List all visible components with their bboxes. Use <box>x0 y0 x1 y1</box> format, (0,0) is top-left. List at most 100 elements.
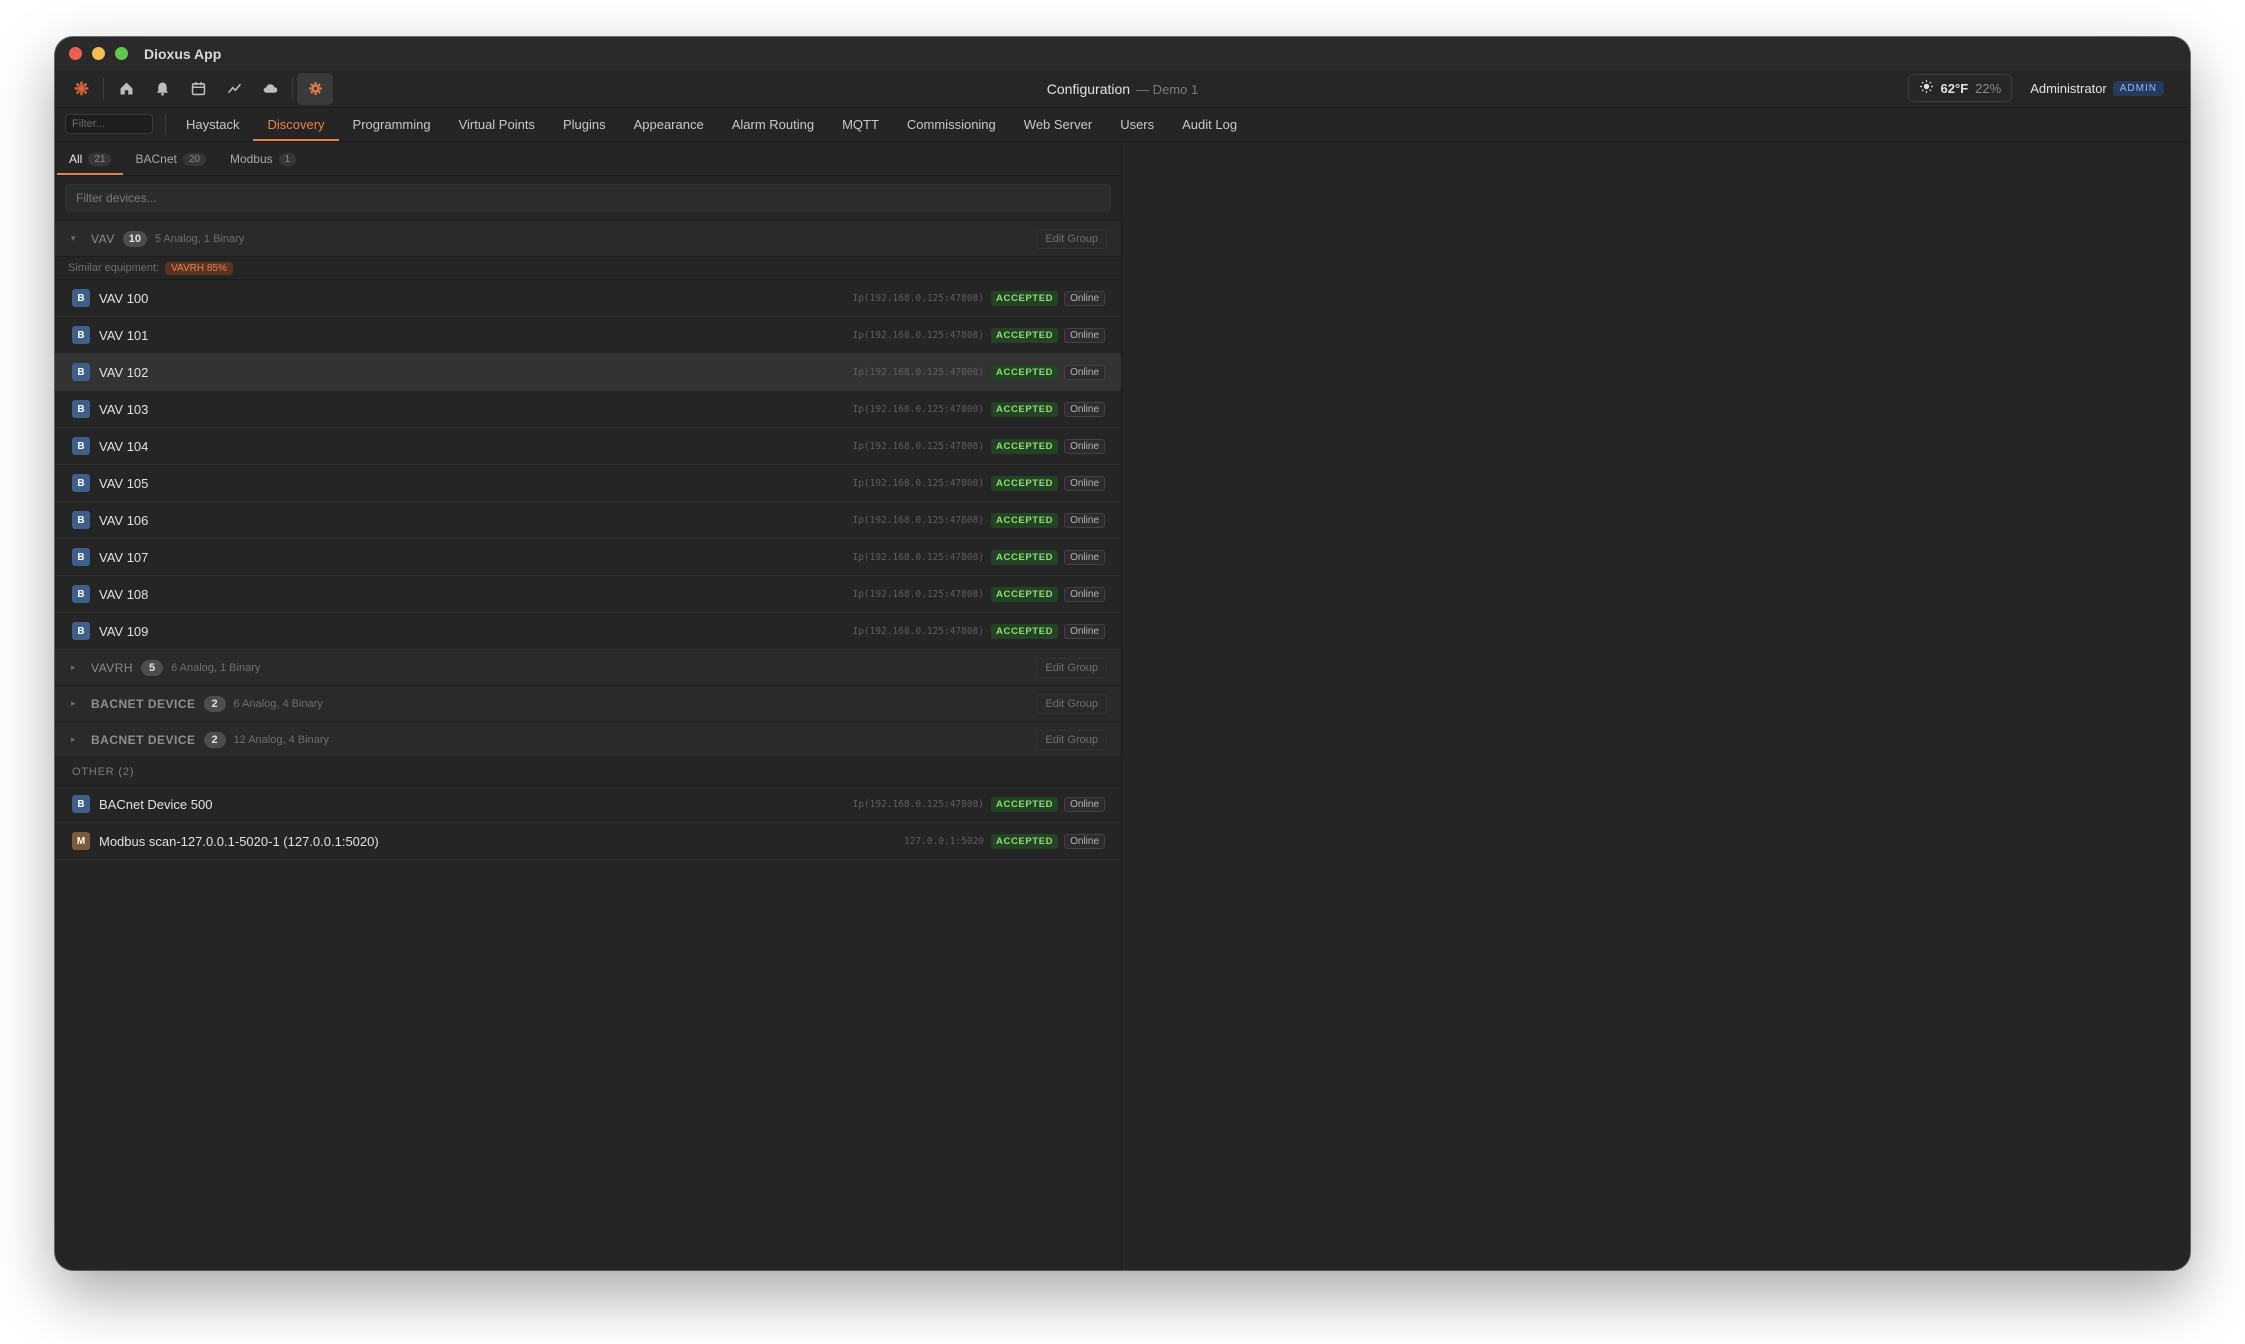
chevron-right-icon[interactable]: ▸ <box>71 698 81 709</box>
logo-icon[interactable] <box>63 73 99 105</box>
device-address: Ip(192.168.0.125:47808) <box>852 551 985 563</box>
status-badge: ACCEPTED <box>991 623 1059 639</box>
edit-group-button[interactable]: Edit Group <box>1036 729 1107 750</box>
edit-group-button[interactable]: Edit Group <box>1036 693 1107 714</box>
device-name: VAV 106 <box>99 512 149 528</box>
trend-icon[interactable] <box>216 73 252 105</box>
tab-commissioning[interactable]: Commissioning <box>893 108 1010 141</box>
sun-icon <box>1919 79 1934 97</box>
device-row[interactable]: M Modbus scan-127.0.0.1-5020-1 (127.0.0.1… <box>55 823 1121 860</box>
tab-alarm-routing[interactable]: Alarm Routing <box>718 108 828 141</box>
edit-group-button[interactable]: Edit Group <box>1036 657 1107 678</box>
online-badge: Online <box>1064 327 1105 343</box>
group-name: BACNET DEVICE <box>91 732 196 747</box>
device-name: VAV 107 <box>99 549 149 565</box>
tab-virtual-points[interactable]: Virtual Points <box>445 108 549 141</box>
chevron-right-icon[interactable]: ▸ <box>71 662 81 673</box>
bell-icon[interactable] <box>144 73 180 105</box>
similar-equipment: Similar equipment: VAVRH 85% <box>55 257 1121 280</box>
group-header-bacnet-device[interactable]: ▸ BACNET DEVICE 2 6 Analog, 4 Binary Edi… <box>55 686 1121 722</box>
device-row[interactable]: B VAV 107 Ip(192.168.0.125:47808) ACCEPTED O… <box>55 539 1121 576</box>
group-count: 10 <box>122 230 147 247</box>
status-badge: ACCEPTED <box>991 549 1059 565</box>
device-row[interactable]: B BACnet Device 500 Ip(192.168.0.125:47808… <box>55 786 1121 823</box>
toolbar-right: 62°F 22% Administrator ADMIN <box>1907 74 2164 102</box>
nav-filter-input[interactable] <box>65 114 153 134</box>
online-badge: Online <box>1064 438 1105 454</box>
status-badge: ACCEPTED <box>991 327 1059 343</box>
subtab-count: 21 <box>88 152 112 166</box>
device-address: Ip(192.168.0.125:47808) <box>852 292 985 304</box>
filter-devices-input[interactable] <box>65 184 1111 212</box>
chevron-down-icon[interactable]: ▾ <box>71 233 81 244</box>
group-header-bacnet-device-2[interactable]: ▸ BACNET DEVICE 2 12 Analog, 4 Binary Ed… <box>55 722 1121 758</box>
close-window-button[interactable] <box>69 47 82 60</box>
edit-group-button[interactable]: Edit Group <box>1036 228 1107 249</box>
subtab-bacnet[interactable]: BACnet 20 <box>123 143 217 175</box>
weather-widget[interactable]: 62°F 22% <box>1907 74 2013 102</box>
bacnet-badge-icon: B <box>72 795 90 813</box>
device-row[interactable]: B VAV 108 Ip(192.168.0.125:47808) ACCEPTED O… <box>55 576 1121 613</box>
chevron-right-icon[interactable]: ▸ <box>71 734 81 745</box>
similar-tag[interactable]: VAVRH 85% <box>165 261 233 275</box>
device-name: VAV 101 <box>99 327 149 343</box>
tab-haystack[interactable]: Haystack <box>172 108 253 141</box>
group-desc: 5 Analog, 1 Binary <box>154 232 245 245</box>
window-controls <box>69 47 128 60</box>
device-address: 127.0.0.1:5020 <box>903 835 985 847</box>
weather-humidity: 22% <box>1975 80 2002 96</box>
tab-plugins[interactable]: Plugins <box>549 108 620 141</box>
page-title: Configuration — Demo 1 <box>55 81 2190 97</box>
group-name: BACNET DEVICE <box>91 696 196 711</box>
zoom-window-button[interactable] <box>115 47 128 60</box>
online-badge: Online <box>1064 833 1105 849</box>
subtab-modbus[interactable]: Modbus 1 <box>218 143 308 175</box>
modbus-badge-icon: M <box>72 832 90 850</box>
calendar-icon[interactable] <box>180 73 216 105</box>
device-row[interactable]: B VAV 101 Ip(192.168.0.125:47808) ACCEPTED O… <box>55 317 1121 354</box>
group-header-vavrh[interactable]: ▸ VAVRH 5 6 Analog, 1 Binary Edit Group <box>55 650 1121 686</box>
subtab-all[interactable]: All 21 <box>57 143 124 175</box>
group-count: 5 <box>141 659 164 676</box>
toolbar: Configuration — Demo 1 62°F 22% Administ… <box>55 70 2190 108</box>
tab-appearance[interactable]: Appearance <box>620 108 718 141</box>
tab-web-server[interactable]: Web Server <box>1010 108 1106 141</box>
tab-discovery[interactable]: Discovery <box>253 108 339 141</box>
similar-label: Similar equipment: <box>68 262 160 274</box>
group-header-vav[interactable]: ▾ VAV 10 5 Analog, 1 Binary Edit Group <box>55 221 1121 257</box>
online-badge: Online <box>1064 401 1105 417</box>
device-row[interactable]: B VAV 100 Ip(192.168.0.125:47808) ACCEPTED O… <box>55 280 1121 317</box>
cloud-icon[interactable] <box>252 73 288 105</box>
device-address: Ip(192.168.0.125:47808) <box>852 514 985 526</box>
device-row[interactable]: B VAV 106 Ip(192.168.0.125:47808) ACCEPTED O… <box>55 502 1121 539</box>
minimize-window-button[interactable] <box>92 47 105 60</box>
status-badge: ACCEPTED <box>991 438 1059 454</box>
device-address: Ip(192.168.0.125:47808) <box>852 366 985 378</box>
tab-programming[interactable]: Programming <box>339 108 445 141</box>
filter-row <box>55 176 1121 221</box>
bacnet-badge-icon: B <box>72 511 90 529</box>
group-desc: 6 Analog, 4 Binary <box>233 697 323 710</box>
app-window: Dioxus App Configuration — Demo 1 62°F 2… <box>55 37 2190 1270</box>
tab-users[interactable]: Users <box>1106 108 1168 141</box>
user-menu[interactable]: Administrator ADMIN <box>2030 80 2164 96</box>
status-badge: ACCEPTED <box>991 833 1059 849</box>
device-address: Ip(192.168.0.125:47808) <box>852 329 985 341</box>
home-icon[interactable] <box>108 73 144 105</box>
gear-icon[interactable] <box>297 72 333 105</box>
online-badge: Online <box>1064 623 1105 639</box>
tab-audit-log[interactable]: Audit Log <box>1168 108 1251 141</box>
bacnet-badge-icon: B <box>72 289 90 307</box>
online-badge: Online <box>1064 549 1105 565</box>
device-name: VAV 105 <box>99 475 149 491</box>
device-row[interactable]: B VAV 105 Ip(192.168.0.125:47808) ACCEPTED O… <box>55 465 1121 502</box>
tab-mqtt[interactable]: MQTT <box>828 108 893 141</box>
device-row[interactable]: B VAV 102 Ip(192.168.0.125:47808) ACCEPTED O… <box>55 354 1121 391</box>
device-row[interactable]: B VAV 109 Ip(192.168.0.125:47808) ACCEPTED O… <box>55 613 1121 650</box>
toolbar-divider <box>103 77 104 100</box>
device-row[interactable]: B VAV 104 Ip(192.168.0.125:47808) ACCEPTED O… <box>55 428 1121 465</box>
device-row[interactable]: B VAV 103 Ip(192.168.0.125:47808) ACCEPTED O… <box>55 391 1121 428</box>
status-badge: ACCEPTED <box>991 475 1059 491</box>
device-name: VAV 109 <box>99 623 149 639</box>
subtab-count: 1 <box>278 152 297 166</box>
